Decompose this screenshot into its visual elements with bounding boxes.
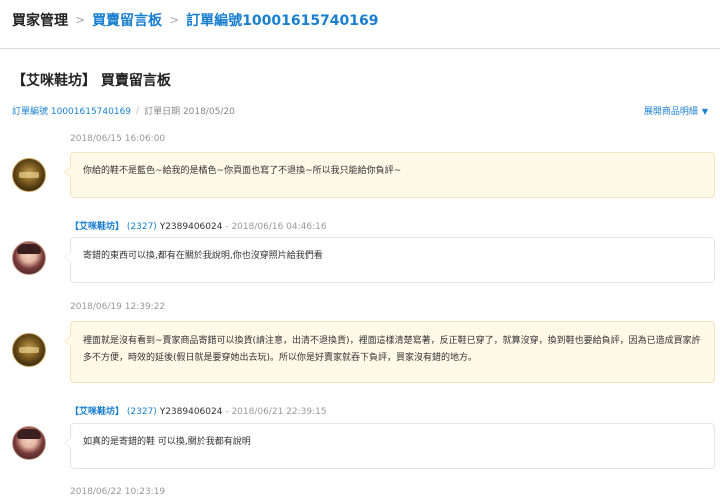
breadcrumb-separator: >	[75, 13, 86, 27]
message-bubble: 寄錯的東西可以換,都有在關於我說明,你也沒穿照片給我們看	[64, 237, 715, 283]
message-meta: 【艾咪鞋坊】 (2327) Y2389406024 - 2018/06/21 2…	[70, 404, 327, 417]
order-info-separator: /	[136, 105, 140, 116]
expand-product-details-label: 展開商品明細	[643, 107, 698, 117]
seller-account: Y2389406024	[159, 407, 223, 417]
message-timestamp: - 2018/06/21 22:39:15	[225, 407, 327, 417]
message-text: 裡面就是沒有看到~賣家商品寄錯可以換貨(請注意，出清不退換貨)，裡面這樣清楚寫著…	[83, 336, 701, 363]
breadcrumb-separator: >	[169, 13, 180, 27]
breadcrumb-message-board[interactable]: 買賣留言板	[92, 10, 162, 30]
message-text: 如真的是寄錯的鞋 可以換,關於我都有說明	[83, 437, 251, 447]
seller-avatar	[12, 241, 46, 275]
chevron-down-icon: ▼	[701, 107, 708, 116]
buyer-avatar	[12, 158, 46, 192]
expand-product-details-link[interactable]: 展開商品明細 ▼	[644, 104, 708, 117]
message-timestamp: 2018/06/19 12:39:22	[70, 302, 166, 312]
message-bubble: 裡面就是沒有看到~賣家商品寄錯可以換貨(請注意，出清不退換貨)，裡面這樣清楚寫著…	[64, 321, 715, 383]
seller-rating[interactable]: (2327)	[127, 407, 157, 417]
order-info: 訂單編號 10001615740169 / 訂單日期 2018/05/20	[12, 104, 235, 118]
message-text: 寄錯的東西可以換,都有在關於我說明,你也沒穿照片給我們看	[83, 251, 323, 261]
message-bubble: 你給的鞋不是藍色~給我的是橘色~你頁面也寫了不退換~所以我只能給你負評~	[64, 152, 715, 198]
page-title: 【艾咪鞋坊】 買賣留言板	[12, 73, 171, 89]
message-timestamp: - 2018/06/16 04:46:16	[225, 222, 327, 232]
breadcrumb-order-number[interactable]: 訂單編號10001615740169	[186, 10, 378, 30]
seller-account: Y2389406024	[159, 222, 223, 232]
breadcrumb-buyer-management[interactable]: 買家管理	[12, 10, 68, 30]
header-divider	[0, 48, 720, 49]
message-timestamp: 2018/06/15 16:06:00	[70, 134, 166, 144]
order-id-link[interactable]: 訂單編號 10001615740169	[12, 104, 131, 117]
message-text: 你給的鞋不是藍色~給我的是橘色~你頁面也寫了不退換~所以我只能給你負評~	[83, 166, 402, 176]
seller-rating[interactable]: (2327)	[127, 222, 157, 232]
message-timestamp: 2018/06/22 10:23:19	[70, 487, 166, 497]
breadcrumb: 買家管理 > 買賣留言板 > 訂單編號10001615740169	[12, 10, 379, 30]
order-date: 訂單日期 2018/05/20	[144, 107, 235, 117]
message-meta: 【艾咪鞋坊】 (2327) Y2389406024 - 2018/06/16 0…	[70, 219, 327, 232]
seller-avatar	[12, 426, 46, 460]
message-bubble: 如真的是寄錯的鞋 可以換,關於我都有說明	[64, 423, 715, 469]
seller-shop-name[interactable]: 【艾咪鞋坊】	[70, 222, 124, 232]
seller-shop-name[interactable]: 【艾咪鞋坊】	[70, 407, 124, 417]
buyer-avatar	[12, 333, 46, 367]
